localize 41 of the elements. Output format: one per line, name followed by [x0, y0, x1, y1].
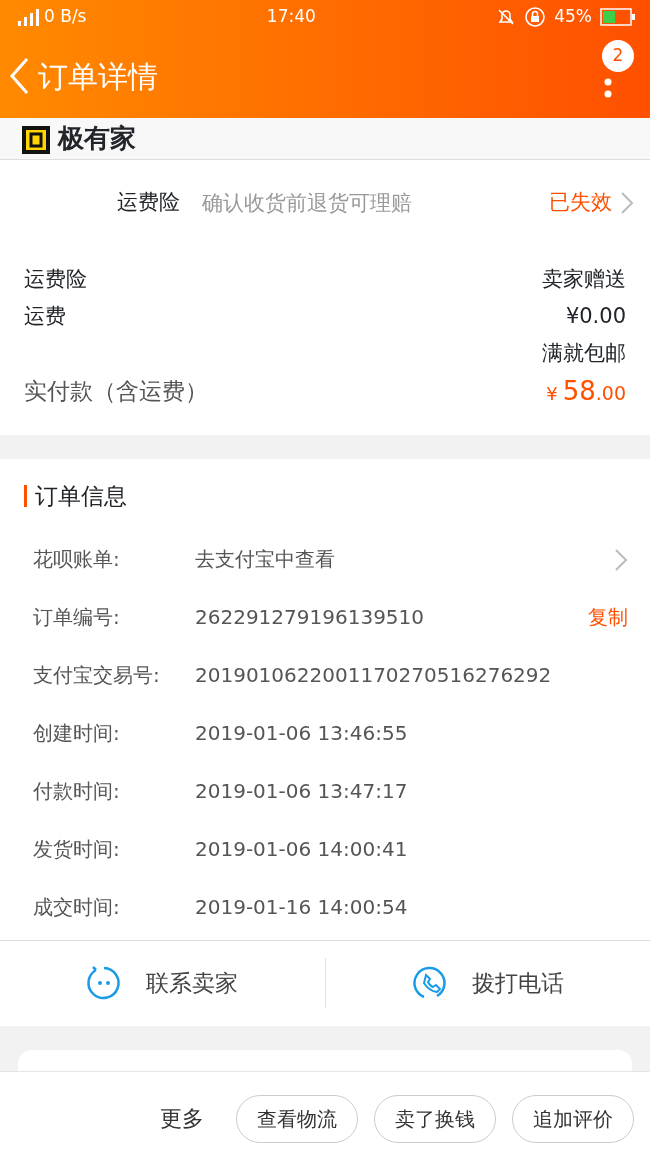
- action-button[interactable]: 追加评价: [512, 1094, 634, 1143]
- notification-badge: 2: [602, 40, 634, 72]
- insurance-label: 运费险: [116, 189, 181, 217]
- info-label: 支付宝交易号:: [33, 661, 161, 689]
- total-label: 实付款（含运费）: [24, 377, 208, 407]
- contact-button[interactable]: 拨打电话: [325, 965, 650, 1001]
- action-button[interactable]: 查看物流: [236, 1094, 358, 1143]
- info-value: 2019-01-06 13:47:17: [195, 777, 409, 805]
- fee-note: 满就包邮: [542, 341, 626, 365]
- contact-button[interactable]: 联系卖家: [0, 965, 325, 1001]
- fee-value: ¥0.00: [565, 303, 626, 330]
- info-value: 262291279196139510: [195, 603, 426, 631]
- clock-time: 17:40: [266, 5, 316, 29]
- info-link[interactable]: 去支付宝中查看: [195, 543, 614, 574]
- action-button[interactable]: 卖了换钱: [374, 1094, 496, 1143]
- info-value: 2019-01-16 14:00:54: [195, 893, 409, 921]
- insurance-description: 确认收货前退货可理赔: [202, 189, 413, 217]
- info-value: 2019-01-06 13:46:55: [195, 719, 409, 747]
- section-marker: [24, 485, 27, 508]
- info-label: 付款时间:: [33, 777, 121, 805]
- shop-name: 极有家: [58, 122, 136, 155]
- rotation-lock-icon: [524, 4, 547, 30]
- back-icon[interactable]: [8, 56, 30, 96]
- chat-icon: [86, 965, 123, 1001]
- network-speed: 0 B/s: [44, 5, 87, 29]
- fee-label: 运费: [24, 303, 66, 330]
- battery-percent: 45%: [554, 5, 592, 29]
- info-value: 2019-01-06 14:00:41: [195, 835, 409, 863]
- phone-icon: [411, 965, 448, 1001]
- info-label: 成交时间:: [33, 893, 121, 921]
- section-title: 订单信息: [35, 482, 127, 511]
- info-label: 发货时间:: [33, 835, 121, 863]
- fee-label: 运费险: [24, 266, 87, 293]
- info-label: 创建时间:: [33, 719, 121, 747]
- page-title: 订单详情: [38, 57, 158, 96]
- total-amount: ¥ 58.00: [546, 375, 626, 408]
- more-link[interactable]: 更多: [160, 1102, 204, 1135]
- fee-value: 卖家赠送: [542, 266, 626, 293]
- info-label: 订单编号:: [33, 603, 121, 631]
- info-value: 2019010622001170270516276292: [195, 661, 553, 689]
- info-label: 花呗账单:: [33, 545, 121, 573]
